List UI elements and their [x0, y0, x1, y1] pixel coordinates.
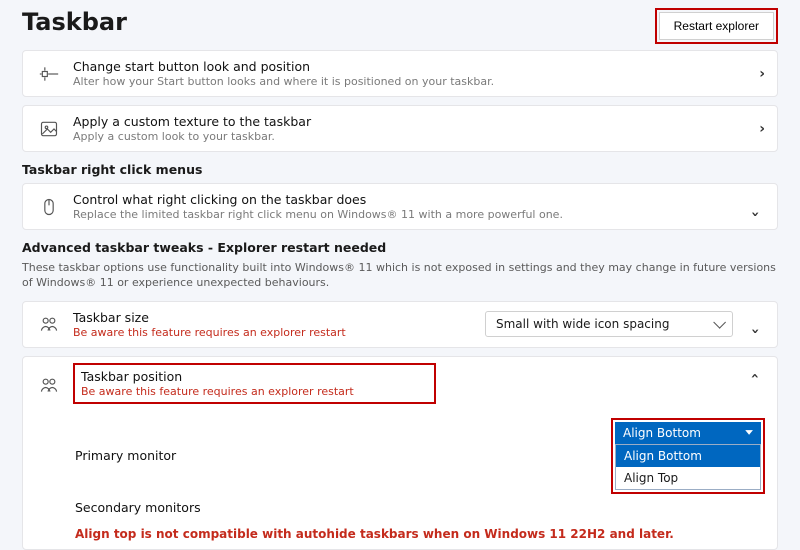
dropdown-selected-value: Align Bottom: [623, 426, 701, 440]
card-title: Control what right clicking on the taskb…: [73, 192, 745, 207]
secondary-monitors-label: Secondary monitors: [75, 500, 201, 515]
chevron-down-icon: ›: [747, 314, 763, 334]
select-value: Small with wide icon spacing: [496, 317, 669, 331]
card-start-button[interactable]: Change start button look and position Al…: [22, 50, 778, 97]
card-title: Taskbar size: [73, 310, 485, 325]
section-heading-rightclick: Taskbar right click menus: [22, 162, 778, 177]
row-primary-monitor: Primary monitor Align Bottom ▼ Align Bot…: [23, 412, 777, 500]
chevron-down-icon: ▼: [745, 429, 753, 436]
page-title: Taskbar: [22, 8, 127, 36]
chevron-down-icon: ›: [747, 197, 763, 217]
card-custom-texture[interactable]: Apply a custom texture to the taskbar Ap…: [22, 105, 778, 152]
primary-monitor-dropdown-highlight: Align Bottom ▼ Align Bottom Align Top: [611, 418, 765, 494]
card-subtitle: Alter how your Start button looks and wh…: [73, 75, 745, 88]
dropdown-option-align-top[interactable]: Align Top: [616, 467, 760, 489]
card-title: Apply a custom texture to the taskbar: [73, 114, 745, 129]
dropdown-option-align-bottom[interactable]: Align Bottom: [616, 445, 760, 467]
card-subtitle: Replace the limited taskbar right click …: [73, 208, 745, 221]
restart-explorer-button[interactable]: Restart explorer: [659, 12, 774, 40]
people-icon: [35, 375, 63, 395]
taskbar-size-select[interactable]: Small with wide icon spacing: [485, 311, 733, 337]
card-right-click[interactable]: Control what right clicking on the taskb…: [22, 183, 778, 230]
card-warning: Be aware this feature requires an explor…: [73, 326, 485, 339]
dropdown-list: Align Bottom Align Top: [615, 444, 761, 490]
layout-icon: [35, 64, 63, 84]
restart-explorer-highlight: Restart explorer: [655, 8, 778, 44]
people-icon: [35, 314, 63, 334]
primary-monitor-dropdown[interactable]: Align Bottom ▼: [615, 422, 761, 444]
section-desc-advanced: These taskbar options use functionality …: [22, 261, 778, 291]
section-heading-advanced: Advanced taskbar tweaks - Explorer resta…: [22, 240, 778, 255]
chevron-right-icon: ›: [745, 121, 765, 137]
card-taskbar-position: Taskbar position Be aware this feature r…: [22, 356, 778, 550]
primary-monitor-label: Primary monitor: [75, 448, 176, 463]
image-icon: [35, 119, 63, 139]
align-top-compat-warning: Align top is not compatible with autohid…: [23, 521, 777, 549]
card-subtitle: Apply a custom look to your taskbar.: [73, 130, 745, 143]
mouse-icon: [35, 197, 63, 217]
card-taskbar-size[interactable]: Taskbar size Be aware this feature requi…: [22, 301, 778, 348]
chevron-right-icon: ›: [745, 66, 765, 82]
card-title: Change start button look and position: [73, 59, 745, 74]
card-taskbar-position-header[interactable]: Taskbar position Be aware this feature r…: [23, 357, 777, 412]
card-title: Taskbar position: [81, 369, 354, 384]
chevron-up-icon: ›: [747, 373, 763, 393]
row-secondary-monitors: Secondary monitors: [23, 500, 777, 521]
card-warning: Be aware this feature requires an explor…: [81, 385, 354, 398]
taskbar-position-highlight: Taskbar position Be aware this feature r…: [73, 363, 436, 404]
